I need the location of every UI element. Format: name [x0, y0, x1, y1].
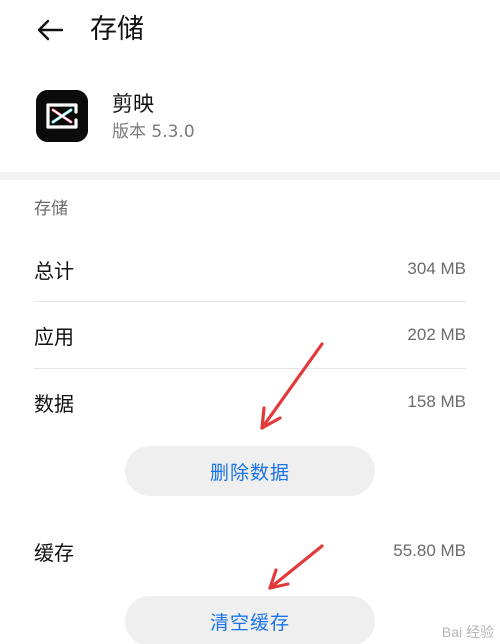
storage-row-cache: 缓存 55.80 MB	[34, 518, 466, 584]
row-label: 总计	[34, 258, 74, 283]
row-value: 158 MB	[407, 392, 466, 411]
app-version: 版本 5.3.0	[112, 122, 195, 142]
delete-data-button[interactable]: 删除数据	[125, 446, 375, 496]
row-label: 数据	[34, 391, 74, 416]
app-info: 剪映 版本 5.3.0	[0, 62, 500, 172]
app-name: 剪映	[112, 92, 154, 116]
page-title: 存储	[90, 14, 144, 45]
storage-row-data: 数据 158 MB	[34, 369, 466, 435]
capcut-logo-icon	[36, 90, 88, 142]
watermark: Bai 经验	[441, 624, 494, 640]
storage-row-app: 应用 202 MB	[34, 302, 466, 368]
row-label: 应用	[34, 324, 74, 349]
clear-cache-button[interactable]: 清空缓存	[125, 596, 375, 644]
storage-row-total: 总计 304 MB	[34, 236, 466, 302]
section-divider	[0, 172, 500, 180]
delete-data-label: 删除数据	[209, 461, 290, 484]
row-label: 缓存	[34, 540, 74, 565]
clear-cache-label: 清空缓存	[209, 611, 290, 634]
row-value: 304 MB	[407, 259, 466, 278]
arrow-left-icon	[37, 19, 64, 41]
back-button[interactable]	[30, 12, 70, 48]
top-bar: 存储	[0, 0, 500, 62]
storage-section-title: 存储	[34, 199, 68, 219]
row-value: 55.80 MB	[393, 541, 466, 560]
row-value: 202 MB	[407, 325, 466, 344]
